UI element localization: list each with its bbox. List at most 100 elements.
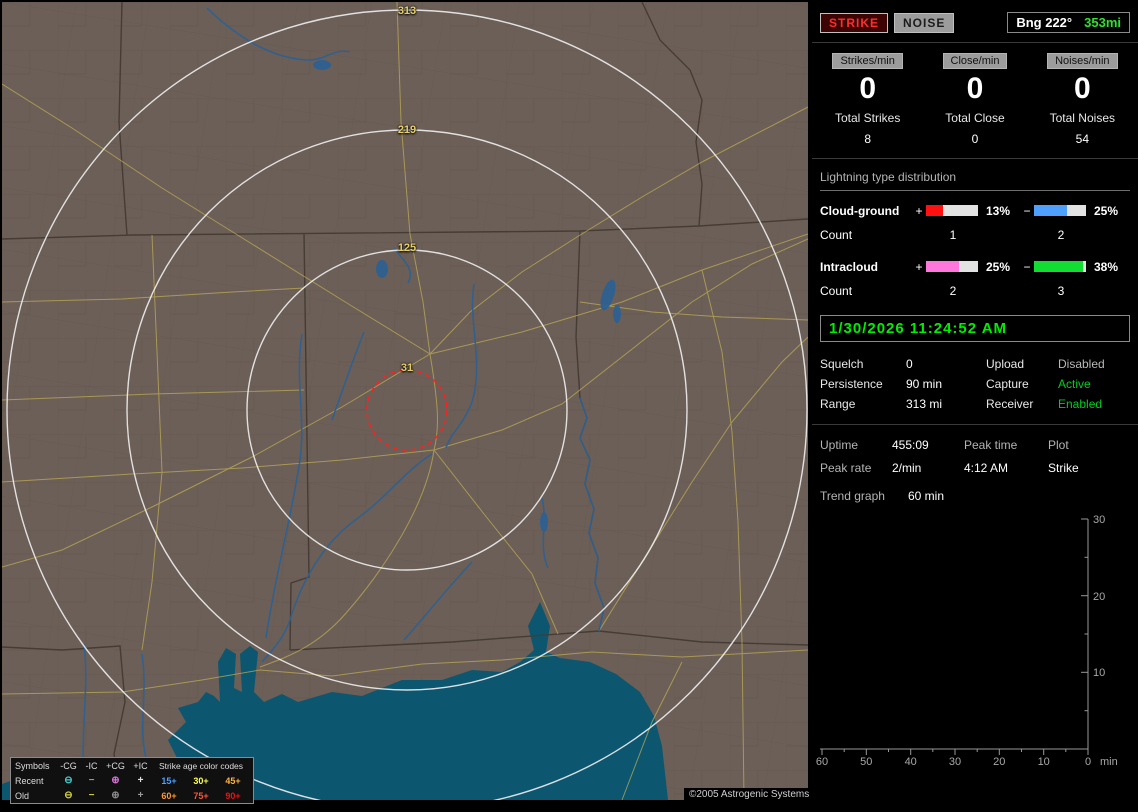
trend-chart: 30 20 10 60 50 40 30 20 10 0 min (816, 514, 1118, 768)
age-75: 75+ (193, 790, 209, 801)
close-per-min-button[interactable]: Close/min (942, 53, 1008, 69)
strikes-per-min-value: 0 (859, 72, 876, 105)
noise-indicator-button[interactable]: NOISE (894, 12, 955, 33)
total-noises-label: Total Noises (1049, 110, 1115, 125)
trend-graph-value: 60 min (908, 488, 945, 503)
legend-header-row: Symbols -CG -IC +CG +IC Strike age color… (11, 758, 253, 773)
age-30: 30+ (193, 775, 209, 786)
ic-plus-bar (926, 261, 978, 272)
count-label: Count (820, 227, 853, 242)
capture-label: Capture (986, 376, 1029, 391)
x-tick-10: 10 (1038, 756, 1050, 768)
map-canvas[interactable] (1, 1, 809, 811)
persistence-label: Persistence (820, 376, 883, 391)
status-panel: STRIKE NOISE Bng 222° 353mi Strikes/min … (812, 0, 1138, 812)
stats-value-row: Peak rate 2/min 4:12 AM Strike (820, 457, 1130, 480)
legend-col-pic: +IC (133, 760, 148, 771)
uptime-value: 455:09 (892, 438, 929, 452)
range-value: 313 mi (906, 396, 943, 411)
peak-rate-value: 2/min (892, 461, 922, 475)
lightning-map[interactable]: 313 219 125 31 (1, 1, 809, 811)
peak-time-label: Peak time (964, 438, 1018, 452)
x-tick-60: 60 (816, 756, 828, 768)
age-90: 90+ (225, 790, 241, 801)
neg-cg-old-icon: ⊖ (64, 789, 73, 801)
persistence-value: 90 min (906, 376, 943, 391)
cg-minus-pct: 25% (1094, 203, 1119, 218)
peak-rate-label: Peak rate (820, 461, 872, 475)
ic-minus-count: 3 (1057, 283, 1065, 298)
total-strikes-value: 8 (864, 131, 871, 146)
noises-per-min-button[interactable]: Noises/min (1047, 53, 1118, 69)
ring-label-219: 219 (397, 124, 417, 136)
noises-per-min-value: 0 (1073, 72, 1091, 105)
cloud-ground-row: Cloud-ground + 13% − 25% (820, 199, 1130, 223)
plus-sign: + (915, 259, 923, 274)
intracloud-label: Intracloud (820, 259, 879, 274)
total-close: Total Close 0 (921, 111, 1028, 146)
pos-cg-recent-icon: ⊕ (111, 774, 120, 786)
count-label: Count (820, 283, 853, 298)
cg-minus-count: 2 (1057, 227, 1065, 242)
total-close-value: 0 (971, 131, 979, 146)
y-tick-20: 20 (1093, 591, 1105, 603)
legend-age-header: Strike age color codes (158, 760, 244, 771)
cg-plus-bar (926, 205, 978, 216)
trend-graph-label: Trend graph (820, 488, 885, 503)
cg-plus-pct: 13% (986, 203, 1011, 218)
x-tick-30: 30 (949, 756, 961, 768)
intracloud-count-row: Count 2 3 (820, 279, 1130, 303)
pos-ic-recent-icon: + (137, 774, 144, 786)
legend-col-pcg: +CG (106, 760, 125, 771)
neg-ic-old-icon: − (88, 789, 95, 801)
total-strikes: Total Strikes 8 (814, 111, 921, 146)
y-tick-30: 30 (1093, 514, 1105, 526)
legend-symbols-header: Symbols (15, 760, 50, 771)
strikes-per-min-button[interactable]: Strikes/min (832, 53, 903, 69)
x-tick-0: 0 (1085, 756, 1091, 768)
status-table: Squelch 0 Upload Disabled Persistence 90… (812, 350, 1138, 425)
legend-old-label: Old (15, 790, 30, 801)
upload-label: Upload (986, 356, 1025, 371)
trend-graph-row: Trend graph 60 min (820, 483, 1130, 509)
range-label: Range (820, 396, 856, 411)
receiver-label: Receiver (986, 396, 1034, 411)
ring-label-125: 125 (397, 242, 417, 254)
ic-plus-pct: 25% (986, 259, 1011, 274)
squelch-value: 0 (906, 356, 913, 371)
close-per-min-column: Close/min 0 (921, 53, 1028, 107)
minus-sign: − (1023, 203, 1031, 218)
pos-cg-old-icon: ⊕ (111, 789, 120, 801)
map-legend: Symbols -CG -IC +CG +IC Strike age color… (10, 757, 254, 804)
total-strikes-label: Total Strikes (834, 110, 901, 125)
legend-col-nic: -IC (85, 760, 98, 771)
x-tick-40: 40 (905, 756, 917, 768)
strike-indicator-button[interactable]: STRIKE (820, 12, 889, 33)
upload-status: Disabled (1058, 356, 1105, 371)
total-noises: Total Noises 54 (1029, 111, 1136, 146)
ring-label-31: 31 (400, 362, 414, 374)
age-60: 60+ (161, 790, 177, 801)
x-unit-label: min (1100, 756, 1118, 768)
legend-col-ncg: -CG (60, 760, 77, 771)
uptime-label: Uptime (820, 438, 859, 452)
bearing-range-value: 353mi (1084, 15, 1121, 30)
total-close-label: Total Close (945, 110, 1005, 125)
ring-label-313: 313 (397, 5, 417, 17)
x-tick-20: 20 (993, 756, 1005, 768)
x-tick-50: 50 (860, 756, 872, 768)
noises-per-min-column: Noises/min 0 (1029, 53, 1136, 107)
age-45: 45+ (225, 775, 241, 786)
totals-row: Total Strikes 8 Total Close 0 Total Nois… (812, 107, 1138, 159)
capture-status: Active (1058, 376, 1091, 391)
chart-axes (820, 518, 1089, 755)
legend-old-row: Old ⊖ − ⊕ + 60+ 75+ 90+ (11, 788, 253, 803)
cloud-ground-label: Cloud-ground (820, 203, 900, 218)
total-noises-value: 54 (1075, 131, 1089, 146)
cg-minus-bar (1034, 205, 1086, 216)
legend-recent-label: Recent (15, 775, 44, 786)
lightning-type-distribution: Lightning type distribution Cloud-ground… (812, 159, 1138, 309)
cloud-ground-count-row: Count 1 2 (820, 223, 1130, 247)
plot-label: Plot (1048, 438, 1069, 452)
neg-cg-recent-icon: ⊖ (64, 774, 73, 786)
